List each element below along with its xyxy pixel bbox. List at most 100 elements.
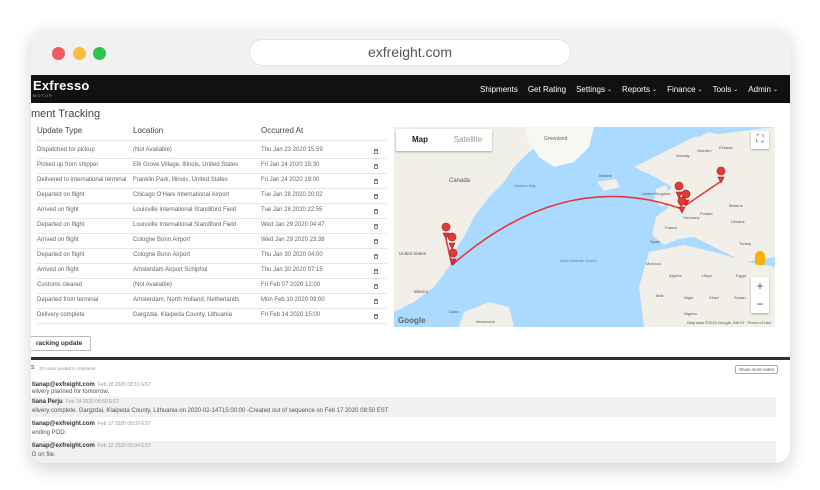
note-author-name: tianap@exfreight.com [32,421,95,427]
tab-map[interactable]: Map [396,129,444,151]
column-header-occurred-at[interactable]: Occurred At [261,126,303,135]
label-us: United States [399,251,427,256]
nav-item-admin[interactable]: Admin ⌄ [748,85,778,94]
table-row[interactable]: Delivered to international terminal Frank… [37,174,387,189]
trash-icon[interactable] [374,254,378,259]
label-venezuela: Venezuela [476,319,495,324]
label-niger: Niger [684,295,694,300]
fullscreen-icon[interactable]: ⛶ [751,131,769,149]
street-view-pegman-icon[interactable] [755,251,765,265]
nav-item-tools[interactable]: Tools ⌄ [713,85,739,94]
route-line-transatlantic [451,195,683,266]
brand-logo[interactable]: Exfresso [33,78,90,93]
trash-icon[interactable] [374,209,378,214]
table-row[interactable]: Departed on flight Cologne Bonn Airport Th… [37,249,387,264]
notes-count: 33 notes posted to shipment. [39,366,97,371]
label-belarus: Belarus [729,203,743,208]
label-ukraine: Ukraine [731,219,746,224]
nav-item-reports[interactable]: Reports ⌄ [622,85,657,94]
table-row[interactable]: Arrived on flight Cologne Bonn Airport Wed… [37,234,387,249]
column-header-update-type[interactable]: Update Type [37,126,82,135]
route-map[interactable]: Greenland Canada Hudson Bay United State… [394,127,775,327]
zoom-out-button[interactable]: − [751,295,769,313]
table-row[interactable]: Departed on flight Chicago O'Hare Interna… [37,189,387,204]
trash-icon[interactable] [374,194,378,199]
note-item: tianap@exfreight.com Feb 12 2020 05:04 ES… [31,441,776,463]
show-more-notes-button[interactable]: Show more notes [734,365,778,374]
note-date: Feb 18 2020 08:10 EST [97,382,151,388]
cell-occurred-at: Fri Jan 24 2020 19:00 [261,177,320,183]
tab-satellite[interactable]: Satellite [444,129,492,151]
label-cuba: Cuba [449,309,459,314]
cell-location: (Not Available) [133,147,172,153]
cell-update-type: Arrived on flight [37,207,79,213]
trash-icon[interactable] [374,284,378,289]
trash-icon[interactable] [374,269,378,274]
cell-location: Louisville International Standiford Fiel… [133,222,237,228]
label-greenland: Greenland [544,136,568,142]
nav-item-label: Settings [576,84,605,94]
cell-update-type: Arrived on flight [37,237,79,243]
chevron-down-icon: ⌄ [606,86,613,93]
table-row[interactable]: Customs cleared (Not Available) Fri Feb 07… [37,279,387,294]
map-attribution[interactable]: Map data ©2020 Google, INEGI · Terms of … [687,320,771,325]
cell-update-type: Departed on flight [37,192,85,198]
address-bar[interactable]: exfreight.com [250,40,570,65]
label-egypt: Egypt [736,273,747,278]
note-author: tianap@exfreight.com Feb 18 2020 08:10 ES… [32,382,151,388]
brand-subtitle: MOTOR [33,93,53,98]
nav-item-settings[interactable]: Settings ⌄ [576,85,612,94]
nav-item-label: Finance [667,84,696,94]
note-author-name: tiana Perju [32,399,63,405]
cell-occurred-at: Thu Jan 23 2020 15:59 [261,147,323,153]
nav-item-label: Admin [748,84,771,94]
nav-item-finance[interactable]: Finance ⌄ [667,85,703,94]
table-row[interactable]: Dispatched for pickup (Not Available) Thu … [37,144,387,159]
table-row[interactable]: Arrived on flight Amsterdam Airport Schip… [37,264,387,279]
minimize-window-button[interactable] [73,47,86,60]
chevron-down-icon: ⌄ [772,86,778,93]
note-body: ending POD. [32,430,67,436]
cell-occurred-at: Tue Jan 28 2020 22:55 [261,207,323,213]
note-author: tianap@exfreight.com Feb 12 2020 05:04 ES… [32,443,151,449]
nav-item-label: Get Rating [527,84,567,94]
map-type-tabs: Map Satellite [396,129,492,151]
maximize-window-button[interactable] [93,47,106,60]
nav-item-get-rating[interactable]: Get Rating [528,85,566,94]
trash-icon[interactable] [374,314,378,319]
add-tracking-update-button[interactable]: racking update [31,336,92,351]
label-uk: United Kingdom [642,191,671,196]
trash-icon[interactable] [374,179,378,184]
trash-icon[interactable] [374,149,378,154]
cell-update-type: Delivery complete [37,312,85,318]
cell-occurred-at: Fri Feb 07 2020 12:00 [261,282,321,288]
notes-title: s [31,364,35,371]
label-nigeria: Nigeria [684,311,697,316]
nav-item-shipments[interactable]: Shipments [480,85,518,94]
cell-update-type: Dispatched for pickup [37,147,95,153]
note-item: tianap@exfreight.com Feb 18 2020 08:10 ES… [31,380,776,398]
trash-icon[interactable] [374,224,378,229]
section-divider [31,357,790,360]
table-row[interactable]: Picked up from shipper Elk Grove Village,… [37,159,387,174]
label-iceland: Iceland [599,173,612,178]
table-row[interactable]: Departed from terminal Amsterdam, North H… [37,294,387,309]
cell-update-type: Picked up from shipper [37,162,99,168]
cell-occurred-at: Mon Feb 10 2020 09:00 [261,297,325,303]
trash-icon[interactable] [374,299,378,304]
close-window-button[interactable] [52,47,65,60]
cell-occurred-at: Wed Jan 29 2020 04:47 [261,222,325,228]
cell-location: Amsterdam Airport Schiphol [133,267,208,273]
table-row[interactable]: Departed on flight Louisville Internation… [37,219,387,234]
google-logo[interactable]: Google [398,316,426,325]
trash-icon[interactable] [374,164,378,169]
table-row[interactable]: Arrived on flight Louisville Internationa… [37,204,387,219]
note-author-name: tianap@exfreight.com [32,382,95,388]
zoom-in-button[interactable]: + [751,277,769,295]
column-header-location[interactable]: Location [133,126,163,135]
label-turkey: Turkey [739,241,751,246]
table-row[interactable]: Delivery complete Gargzdai, Klaipeda Coun… [37,309,387,324]
notes-header: s 33 notes posted to shipment. Show more… [31,364,790,378]
trash-icon[interactable] [374,239,378,244]
cell-occurred-at: Thu Jan 30 2020 04:00 [261,252,323,258]
